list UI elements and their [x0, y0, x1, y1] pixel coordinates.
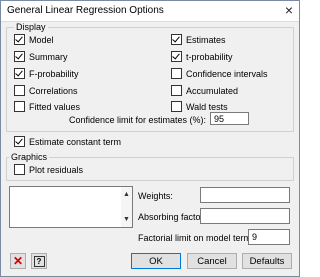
fitted-values-checkbox[interactable]: Fitted values	[14, 101, 80, 112]
list-scrollbar[interactable]: ▲ ▼	[121, 187, 132, 227]
accumulated-checkbox[interactable]: Accumulated	[171, 85, 238, 96]
clear-icon: ✕	[12, 254, 24, 268]
wald-tests-label: Wald tests	[186, 101, 228, 112]
fitted-values-label: Fitted values	[29, 101, 81, 112]
confidence-intervals-check-icon	[171, 68, 182, 79]
wald-tests-check-icon	[171, 101, 182, 112]
graphics-group-label: Graphics	[9, 152, 50, 162]
summary-checkbox[interactable]: Summary	[14, 51, 68, 62]
clear-button[interactable]: ✕	[10, 253, 26, 269]
estimate-constant-checkbox[interactable]: Estimate constant term	[14, 136, 121, 147]
estimates-checkbox[interactable]: Estimates	[171, 34, 226, 45]
defaults-button[interactable]: Defaults	[242, 253, 292, 269]
plot-residuals-check-icon	[14, 164, 25, 175]
f-probability-label: F-probability	[29, 68, 79, 79]
weights-label: Weights:	[138, 191, 173, 201]
absorbing-factor-input[interactable]	[200, 208, 290, 224]
close-icon[interactable]: ×	[285, 3, 293, 17]
weights-input[interactable]	[200, 187, 290, 203]
confidence-intervals-checkbox[interactable]: Confidence intervals	[171, 68, 268, 79]
ok-button[interactable]: OK	[131, 253, 181, 269]
plot-residuals-checkbox[interactable]: Plot residuals	[14, 164, 83, 175]
dialog-window: General Linear Regression Options × Disp…	[0, 0, 300, 277]
model-checkbox[interactable]: Model	[14, 34, 54, 45]
factorial-limit-input[interactable]: 9	[248, 229, 290, 245]
scroll-down-icon[interactable]: ▼	[121, 214, 132, 225]
correlations-check-icon	[14, 85, 25, 96]
correlations-checkbox[interactable]: Correlations	[14, 85, 78, 96]
variable-list[interactable]: ▲ ▼	[9, 186, 133, 228]
plot-residuals-label: Plot residuals	[29, 164, 84, 175]
confidence-limit-input[interactable]: 95	[210, 112, 249, 125]
title-bar: General Linear Regression Options ×	[1, 1, 299, 22]
estimate-constant-check-icon	[14, 136, 25, 147]
confidence-limit-label: Confidence limit for estimates (%):	[69, 115, 207, 125]
summary-check-icon	[14, 51, 25, 62]
f-probability-checkbox[interactable]: F-probability	[14, 68, 79, 79]
summary-label: Summary	[29, 51, 68, 62]
accumulated-check-icon	[171, 85, 182, 96]
help-button[interactable]: ?	[31, 253, 47, 269]
help-icon: ?	[33, 256, 45, 267]
confidence-intervals-label: Confidence intervals	[186, 68, 268, 79]
t-probability-label: t-probability	[186, 51, 233, 62]
model-label: Model	[29, 34, 54, 45]
estimates-label: Estimates	[186, 34, 226, 45]
window-title: General Linear Regression Options	[7, 5, 164, 16]
estimate-constant-label: Estimate constant term	[29, 136, 122, 147]
model-check-icon	[14, 34, 25, 45]
wald-tests-checkbox[interactable]: Wald tests	[171, 101, 228, 112]
t-probability-check-icon	[171, 51, 182, 62]
estimates-check-icon	[171, 34, 182, 45]
absorbing-factor-label: Absorbing factor:	[138, 212, 207, 222]
scroll-up-icon[interactable]: ▲	[121, 189, 132, 200]
factorial-limit-label: Factorial limit on model terms:	[138, 233, 259, 243]
fitted-values-check-icon	[14, 101, 25, 112]
accumulated-label: Accumulated	[186, 85, 239, 96]
cancel-button[interactable]: Cancel	[187, 253, 237, 269]
t-probability-checkbox[interactable]: t-probability	[171, 51, 233, 62]
display-group-label: Display	[14, 22, 48, 32]
correlations-label: Correlations	[29, 85, 78, 96]
f-probability-check-icon	[14, 68, 25, 79]
